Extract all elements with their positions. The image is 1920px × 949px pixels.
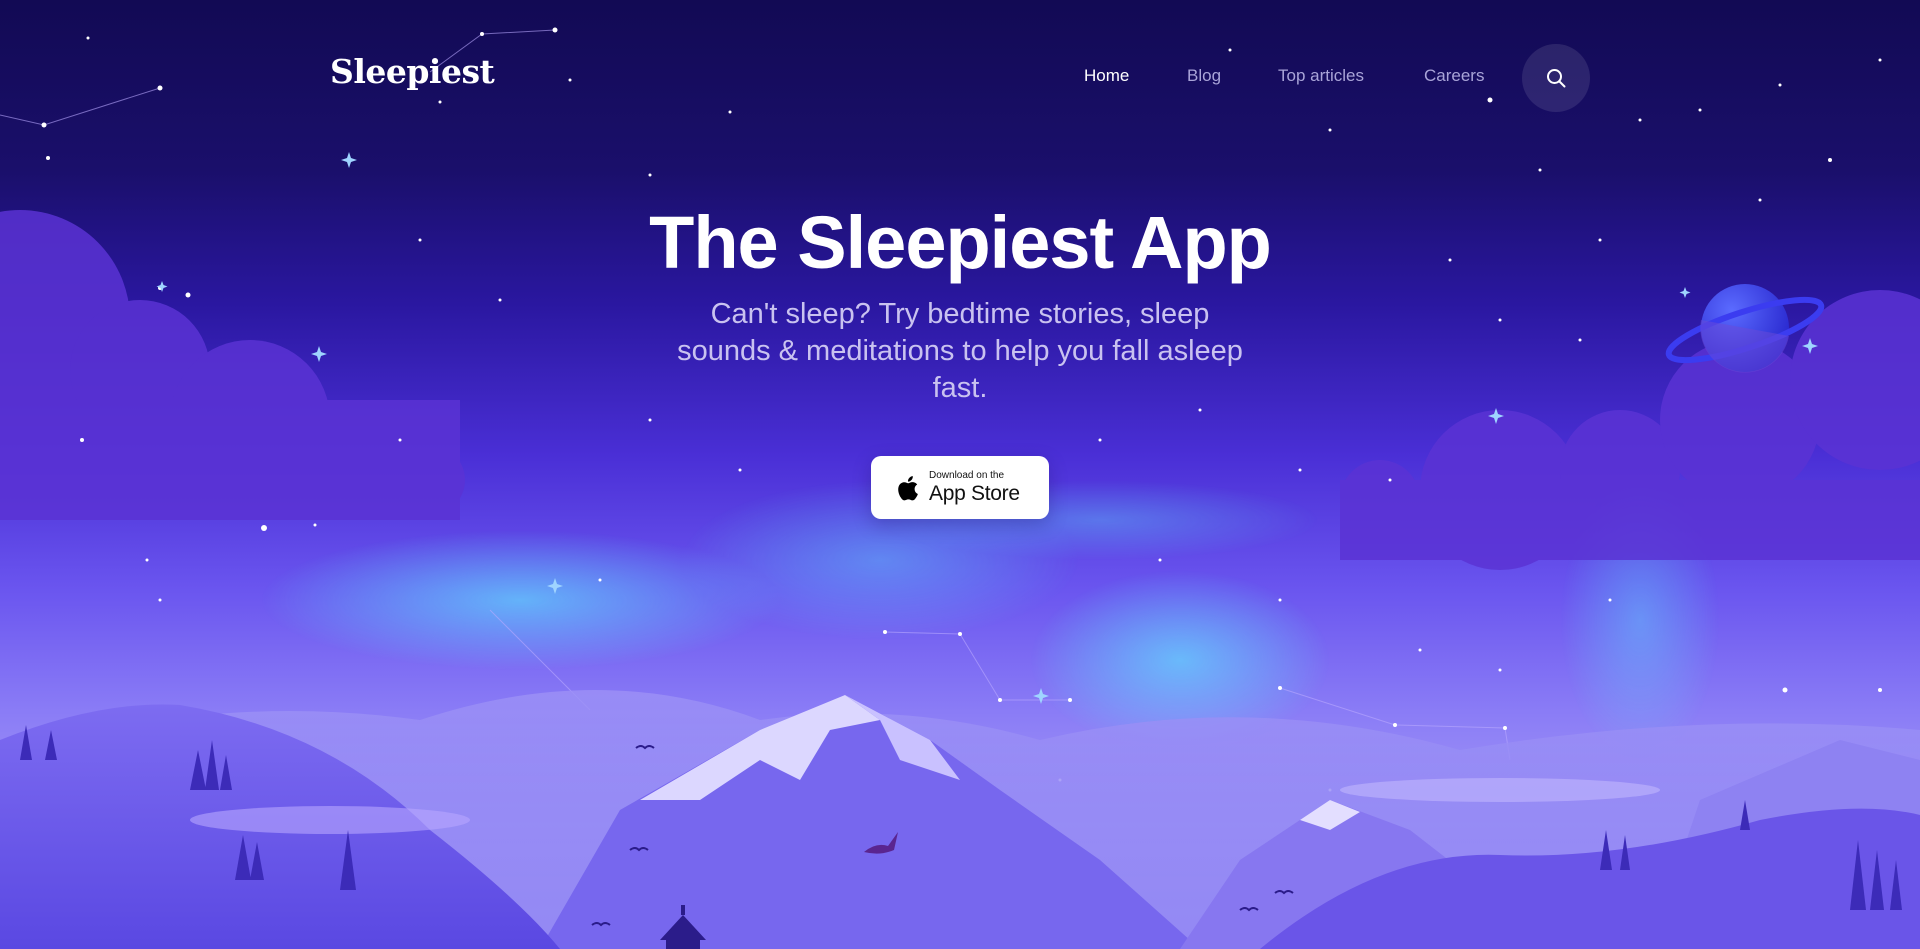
search-button[interactable] [1522, 44, 1590, 112]
app-store-small-text: Download on the [929, 470, 1005, 481]
app-store-text: Download on the App Store [929, 470, 1020, 505]
hero-subtitle: Can't sleep? Try bedtime stories, sleep … [677, 298, 1243, 404]
nav-home-link[interactable]: Home [1084, 66, 1129, 86]
landing-page: Sleepiest Home Blog Top articles Careers… [0, 0, 1920, 949]
app-store-download-button[interactable]: Download on the App Store [871, 456, 1049, 519]
app-store-big-text: App Store [929, 482, 1020, 505]
nav-careers-link[interactable]: Careers [1424, 66, 1484, 86]
nav-top-articles-link[interactable]: Top articles [1278, 66, 1364, 86]
nav-blog-link[interactable]: Blog [1187, 66, 1221, 86]
apple-icon [898, 475, 918, 500]
main-nav: Home Blog Top articles Careers [0, 66, 1920, 92]
search-icon [1547, 69, 1566, 88]
hero-title: The Sleepiest App [649, 201, 1272, 284]
